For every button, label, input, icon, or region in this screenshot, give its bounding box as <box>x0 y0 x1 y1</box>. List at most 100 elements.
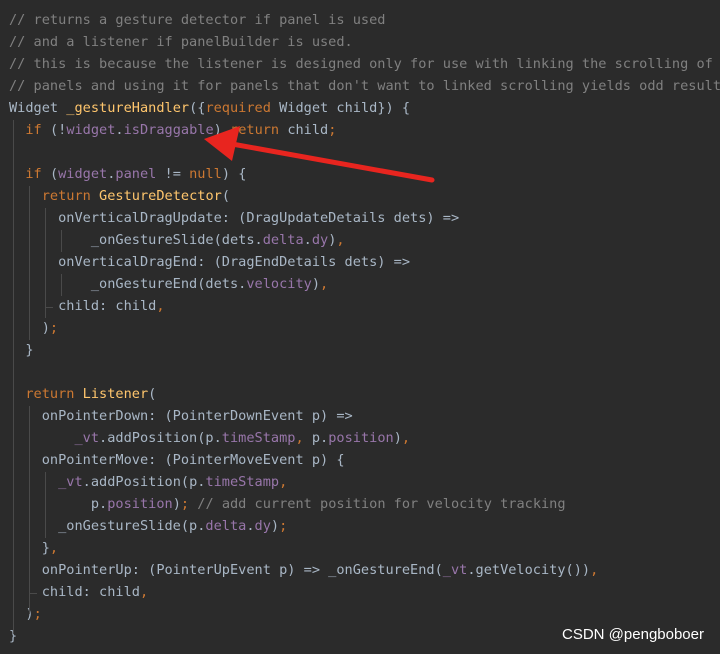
code-token: position <box>328 430 394 446</box>
code-token: .addPosition(p. <box>82 474 206 490</box>
indent-guide <box>61 230 62 252</box>
code-token: ; <box>180 496 198 512</box>
code-token: return <box>230 122 288 138</box>
code-token: , <box>320 276 329 292</box>
code-token: _onGestureSlide(p. <box>9 518 206 534</box>
code-line: onVerticalDragEnd: (DragEndDetails dets)… <box>9 251 410 273</box>
code-token: . <box>303 232 312 248</box>
code-line: _vt.addPosition(p.timeStamp, p.position)… <box>9 427 410 449</box>
code-token: if <box>25 166 50 182</box>
code-token: // returns a gesture detector if panel i… <box>9 12 386 28</box>
code-token: onPointerUp: (PointerUpEvent p) => _onGe… <box>9 562 443 578</box>
code-token: panel <box>115 166 157 182</box>
code-line: child: child, <box>9 295 165 317</box>
code-token: , <box>49 540 59 556</box>
code-token: onVerticalDragEnd: (DragEndDetails dets)… <box>9 254 411 270</box>
code-token: , <box>156 298 165 314</box>
code-line: _onGestureSlide(p.delta.dy); <box>9 515 287 537</box>
code-token: velocity <box>246 276 312 292</box>
code-token: onVerticalDragUpdate: (DragUpdateDetails… <box>9 210 460 226</box>
code-line: ); <box>9 317 58 339</box>
code-token: delta <box>205 518 247 534</box>
code-token: ) { <box>221 166 247 182</box>
code-line: _onGestureSlide(dets.delta.dy), <box>9 229 345 251</box>
code-token: p. <box>311 430 329 446</box>
code-token: Widget child}) { <box>279 100 411 116</box>
code-token: Listener <box>82 386 149 402</box>
code-line: }, <box>9 537 58 559</box>
code-token: ( <box>49 166 59 182</box>
code-token: , <box>139 584 149 600</box>
code-line: // this is because the listener is desig… <box>9 53 713 75</box>
code-token: , <box>279 474 288 490</box>
code-token: , <box>590 562 599 578</box>
code-token: _onGestureSlide(dets. <box>9 232 263 248</box>
code-token: if <box>25 122 50 138</box>
code-line: Widget _gestureHandler({required Widget … <box>9 97 410 119</box>
indent-guide <box>29 186 30 340</box>
code-token: position <box>107 496 173 512</box>
code-token: onPointerMove: (PointerMoveEvent p) { <box>9 452 345 468</box>
code-token: ) <box>393 430 402 446</box>
code-line: // and a listener if panelBuilder is use… <box>9 31 353 53</box>
code-token: onPointerDown: (PointerDownEvent p) => <box>9 408 353 424</box>
code-token: timeStamp <box>205 474 280 490</box>
code-token: ({ <box>189 100 206 116</box>
code-token: ; <box>279 518 288 534</box>
code-token: _vt <box>442 562 468 578</box>
code-token: . <box>246 518 255 534</box>
code-token: _vt <box>58 474 83 490</box>
code-line: p.position); // add current position for… <box>9 493 566 515</box>
indent-guide <box>45 208 46 318</box>
code-token: . <box>115 122 124 138</box>
code-line: if (!widget.isDraggable) return child; <box>9 119 336 141</box>
code-token: dy <box>311 232 329 248</box>
code-token: child: child <box>9 298 157 314</box>
code-token: .addPosition(p. <box>99 430 222 446</box>
code-token: p. <box>9 496 108 512</box>
indent-guide <box>61 274 62 296</box>
code-token: ; <box>49 320 59 336</box>
code-token: widget <box>58 166 108 182</box>
code-token: ) <box>213 122 231 138</box>
code-token: .getVelocity()) <box>467 562 591 578</box>
watermark: CSDN @pengboboer <box>562 626 704 643</box>
code-token: null <box>189 166 222 182</box>
code-token: // and a listener if panelBuilder is use… <box>9 34 353 50</box>
code-token: dy <box>254 518 271 534</box>
code-token: Widget <box>9 100 67 116</box>
code-line: // panels and using it for panels that d… <box>9 75 720 97</box>
code-line: _onGestureEnd(dets.velocity), <box>9 273 328 295</box>
code-token: isDraggable <box>123 122 214 138</box>
code-token: , <box>295 430 312 446</box>
code-line: return GestureDetector( <box>9 185 230 207</box>
code-token: timeStamp <box>221 430 296 446</box>
code-token: ; <box>33 606 42 622</box>
indent-guide <box>13 120 14 634</box>
code-token: != <box>156 166 190 182</box>
code-line: _vt.addPosition(p.timeStamp, <box>9 471 287 493</box>
code-line: onPointerUp: (PointerUpEvent p) => _onGe… <box>9 559 599 581</box>
code-token: GestureDetector <box>99 188 222 204</box>
code-editor[interactable]: // returns a gesture detector if panel i… <box>0 0 720 654</box>
code-token: (! <box>49 122 67 138</box>
code-token: child <box>287 122 329 138</box>
code-token: ( <box>148 386 157 402</box>
code-token: , <box>401 430 411 446</box>
indent-guide-tick <box>29 593 37 594</box>
indent-guide-tick <box>45 307 53 308</box>
code-line: return Listener( <box>9 383 156 405</box>
code-token: // this is because the listener is desig… <box>9 56 713 72</box>
code-token: _gestureHandler <box>66 100 190 116</box>
code-token: ) <box>172 496 181 512</box>
code-token: ) <box>270 518 280 534</box>
code-line: // returns a gesture detector if panel i… <box>9 9 385 31</box>
indent-guide <box>29 406 30 614</box>
code-token: ; <box>328 122 337 138</box>
code-token: delta <box>262 232 304 248</box>
code-token: ( <box>221 188 230 204</box>
